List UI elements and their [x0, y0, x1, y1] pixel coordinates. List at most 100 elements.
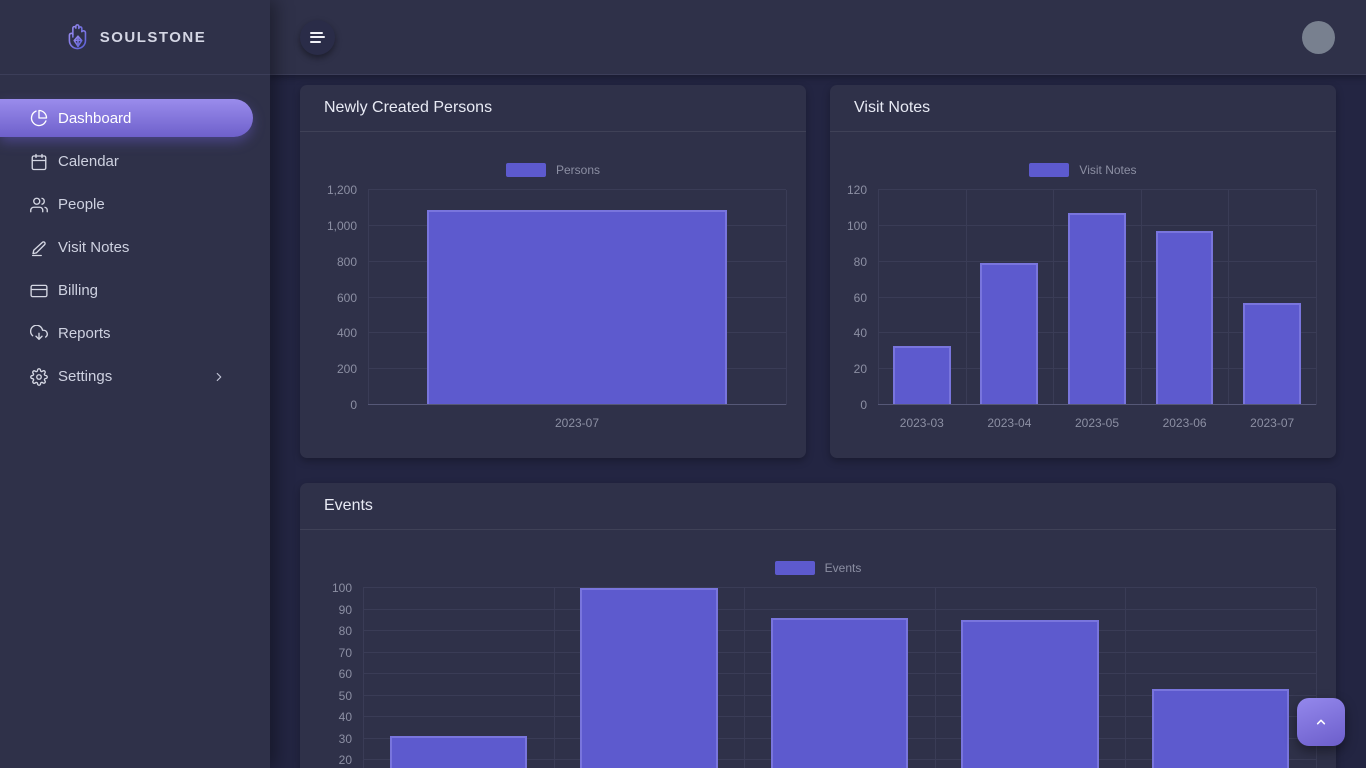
sidebar-item-label: Calendar: [58, 153, 119, 170]
bar-slot: [935, 588, 1126, 768]
y-tick-label: 70: [339, 647, 352, 659]
bar-slot: [1228, 190, 1316, 405]
legend-swatch: [506, 163, 546, 177]
sidebar-item-dashboard[interactable]: Dashboard: [0, 99, 253, 137]
y-tick-label: 400: [337, 327, 357, 339]
chart-newly-created-persons: Persons 02004006008001,0001,2002023-07: [300, 132, 806, 433]
legend-swatch: [1029, 163, 1069, 177]
card-header: Visit Notes: [830, 85, 1336, 132]
x-axis-line: [878, 404, 1316, 405]
y-tick-label: 1,000: [327, 220, 357, 232]
x-tick-label: 2023-07: [555, 416, 599, 430]
y-tick-label: 90: [339, 604, 352, 616]
sidebar-item-reports[interactable]: Reports: [0, 312, 270, 355]
legend-item[interactable]: Visit Notes: [830, 162, 1336, 177]
y-tick-label: 20: [339, 754, 352, 766]
bar-series-0[interactable]: [390, 736, 527, 768]
legend-item[interactable]: Persons: [300, 162, 806, 177]
x-tick-label: 2023-07: [1250, 416, 1294, 430]
bar-slot: [1053, 190, 1141, 405]
card-title: Events: [324, 497, 373, 515]
sidebar-item-label: People: [58, 196, 105, 213]
y-tick-label: 40: [854, 327, 867, 339]
bar-series-1[interactable]: [580, 588, 717, 768]
bar-series-3[interactable]: [961, 620, 1098, 768]
card-events: Events Events 0102030405060708090100: [300, 483, 1336, 768]
gear-icon: [30, 368, 48, 386]
x-tick-label: 2023-03: [900, 416, 944, 430]
card-title: Newly Created Persons: [324, 99, 492, 117]
pie-chart-icon: [30, 109, 48, 127]
soulstone-hand-logo-icon: [64, 21, 92, 53]
sidebar-nav: Dashboard Calendar People Visit Notes: [0, 97, 270, 398]
bar-slot: [1141, 190, 1229, 405]
brand: SOULSTONE: [0, 0, 270, 75]
sidebar-item-label: Settings: [58, 368, 112, 385]
y-tick-label: 40: [339, 711, 352, 723]
gridline-vertical: [786, 190, 787, 405]
sidebar-item-calendar[interactable]: Calendar: [0, 140, 270, 183]
scroll-to-top-button[interactable]: [1297, 698, 1345, 746]
card-newly-created-persons: Newly Created Persons Persons 0200400600…: [300, 85, 806, 458]
y-tick-label: 120: [847, 184, 867, 196]
card-title: Visit Notes: [854, 99, 930, 117]
app-root: SOULSTONE Dashboard Calendar People: [0, 0, 1366, 768]
bar-series-2[interactable]: [771, 618, 908, 768]
sidebar-item-billing[interactable]: Billing: [0, 269, 270, 312]
x-tick-label: 2023-04: [987, 416, 1031, 430]
y-tick-label: 0: [860, 399, 867, 411]
y-tick-label: 60: [854, 292, 867, 304]
bar-2023-07[interactable]: [427, 210, 728, 405]
sidebar-item-people[interactable]: People: [0, 183, 270, 226]
bar-2023-05[interactable]: [1068, 213, 1126, 405]
card-header: Events: [300, 483, 1336, 530]
legend-item[interactable]: Events: [300, 560, 1336, 575]
y-tick-label: 600: [337, 292, 357, 304]
bar-2023-03[interactable]: [893, 346, 951, 405]
bar-2023-07[interactable]: [1243, 303, 1301, 405]
gridline-vertical: [1316, 190, 1317, 405]
content: Newly Created Persons Persons 0200400600…: [270, 75, 1366, 768]
avatar[interactable]: [1302, 21, 1335, 54]
y-tick-label: 100: [847, 220, 867, 232]
sidebar-item-visit-notes[interactable]: Visit Notes: [0, 226, 270, 269]
sidebar-item-label: Billing: [58, 282, 98, 299]
bar-slot: [744, 588, 935, 768]
y-tick-label: 0: [350, 399, 357, 411]
y-tick-label: 80: [854, 256, 867, 268]
bar-slot: [554, 588, 745, 768]
bar-slot: [363, 588, 554, 768]
sidebar: SOULSTONE Dashboard Calendar People: [0, 0, 270, 768]
people-icon: [30, 196, 48, 214]
legend-label: Events: [825, 561, 862, 575]
menu-button[interactable]: [300, 20, 335, 55]
bar-2023-06[interactable]: [1156, 231, 1214, 405]
hamburger-menu-icon: [310, 32, 325, 43]
plot-area: 02004006008001,0001,2002023-07: [368, 190, 786, 405]
main-area: Newly Created Persons Persons 0200400600…: [270, 0, 1366, 768]
card-header: Newly Created Persons: [300, 85, 806, 132]
y-tick-label: 50: [339, 690, 352, 702]
chart-events: Events 0102030405060708090100: [300, 530, 1336, 768]
sidebar-item-settings[interactable]: Settings: [0, 355, 270, 398]
chevron-right-icon: [212, 370, 226, 384]
bar-slot: [368, 190, 786, 405]
legend-label: Visit Notes: [1079, 163, 1136, 177]
chart-visit-notes: Visit Notes 0204060801001202023-032023-0…: [830, 132, 1336, 433]
brand-name: SOULSTONE: [100, 29, 207, 46]
sidebar-item-label: Reports: [58, 325, 111, 342]
bar-series-4[interactable]: [1152, 689, 1289, 768]
y-tick-label: 30: [339, 733, 352, 745]
y-tick-label: 100: [332, 582, 352, 594]
bar-slot: [878, 190, 966, 405]
y-tick-label: 800: [337, 256, 357, 268]
calendar-icon: [30, 153, 48, 171]
chevron-up-icon: [1313, 714, 1329, 730]
bar-2023-04[interactable]: [980, 263, 1038, 405]
y-tick-label: 60: [339, 668, 352, 680]
sidebar-item-label: Dashboard: [58, 110, 131, 127]
y-tick-label: 80: [339, 625, 352, 637]
pen-icon: [30, 239, 48, 257]
charts-row: Newly Created Persons Persons 0200400600…: [300, 85, 1336, 458]
legend-swatch: [775, 561, 815, 575]
